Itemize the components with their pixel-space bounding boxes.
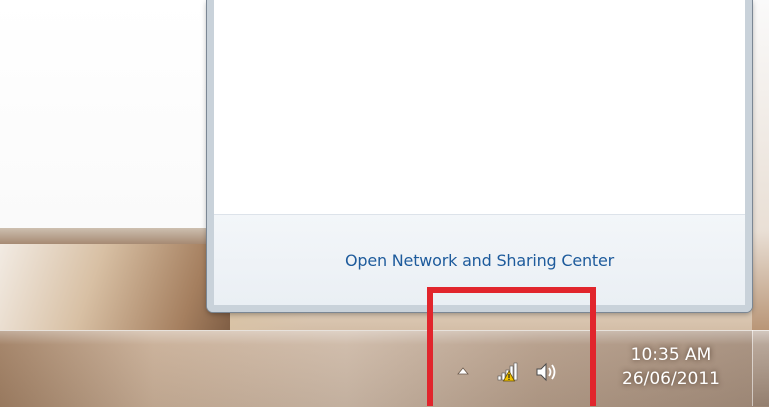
clock-date: 26/06/2011 <box>622 369 720 389</box>
network-flyout: Open Network and Sharing Center <box>207 0 752 312</box>
network-list-area <box>214 0 745 214</box>
desktop-divider <box>0 228 206 244</box>
system-clock[interactable]: 10:35 AM 26/06/2011 <box>606 343 736 403</box>
show-desktop-button[interactable] <box>752 330 769 406</box>
wallpaper-right-edge <box>752 0 769 330</box>
wallpaper-area <box>0 244 230 336</box>
clock-time: 10:35 AM <box>630 345 712 365</box>
highlight-box <box>427 287 596 406</box>
open-network-sharing-center-link[interactable]: Open Network and Sharing Center <box>345 251 614 270</box>
desktop-window-edge <box>0 0 206 229</box>
